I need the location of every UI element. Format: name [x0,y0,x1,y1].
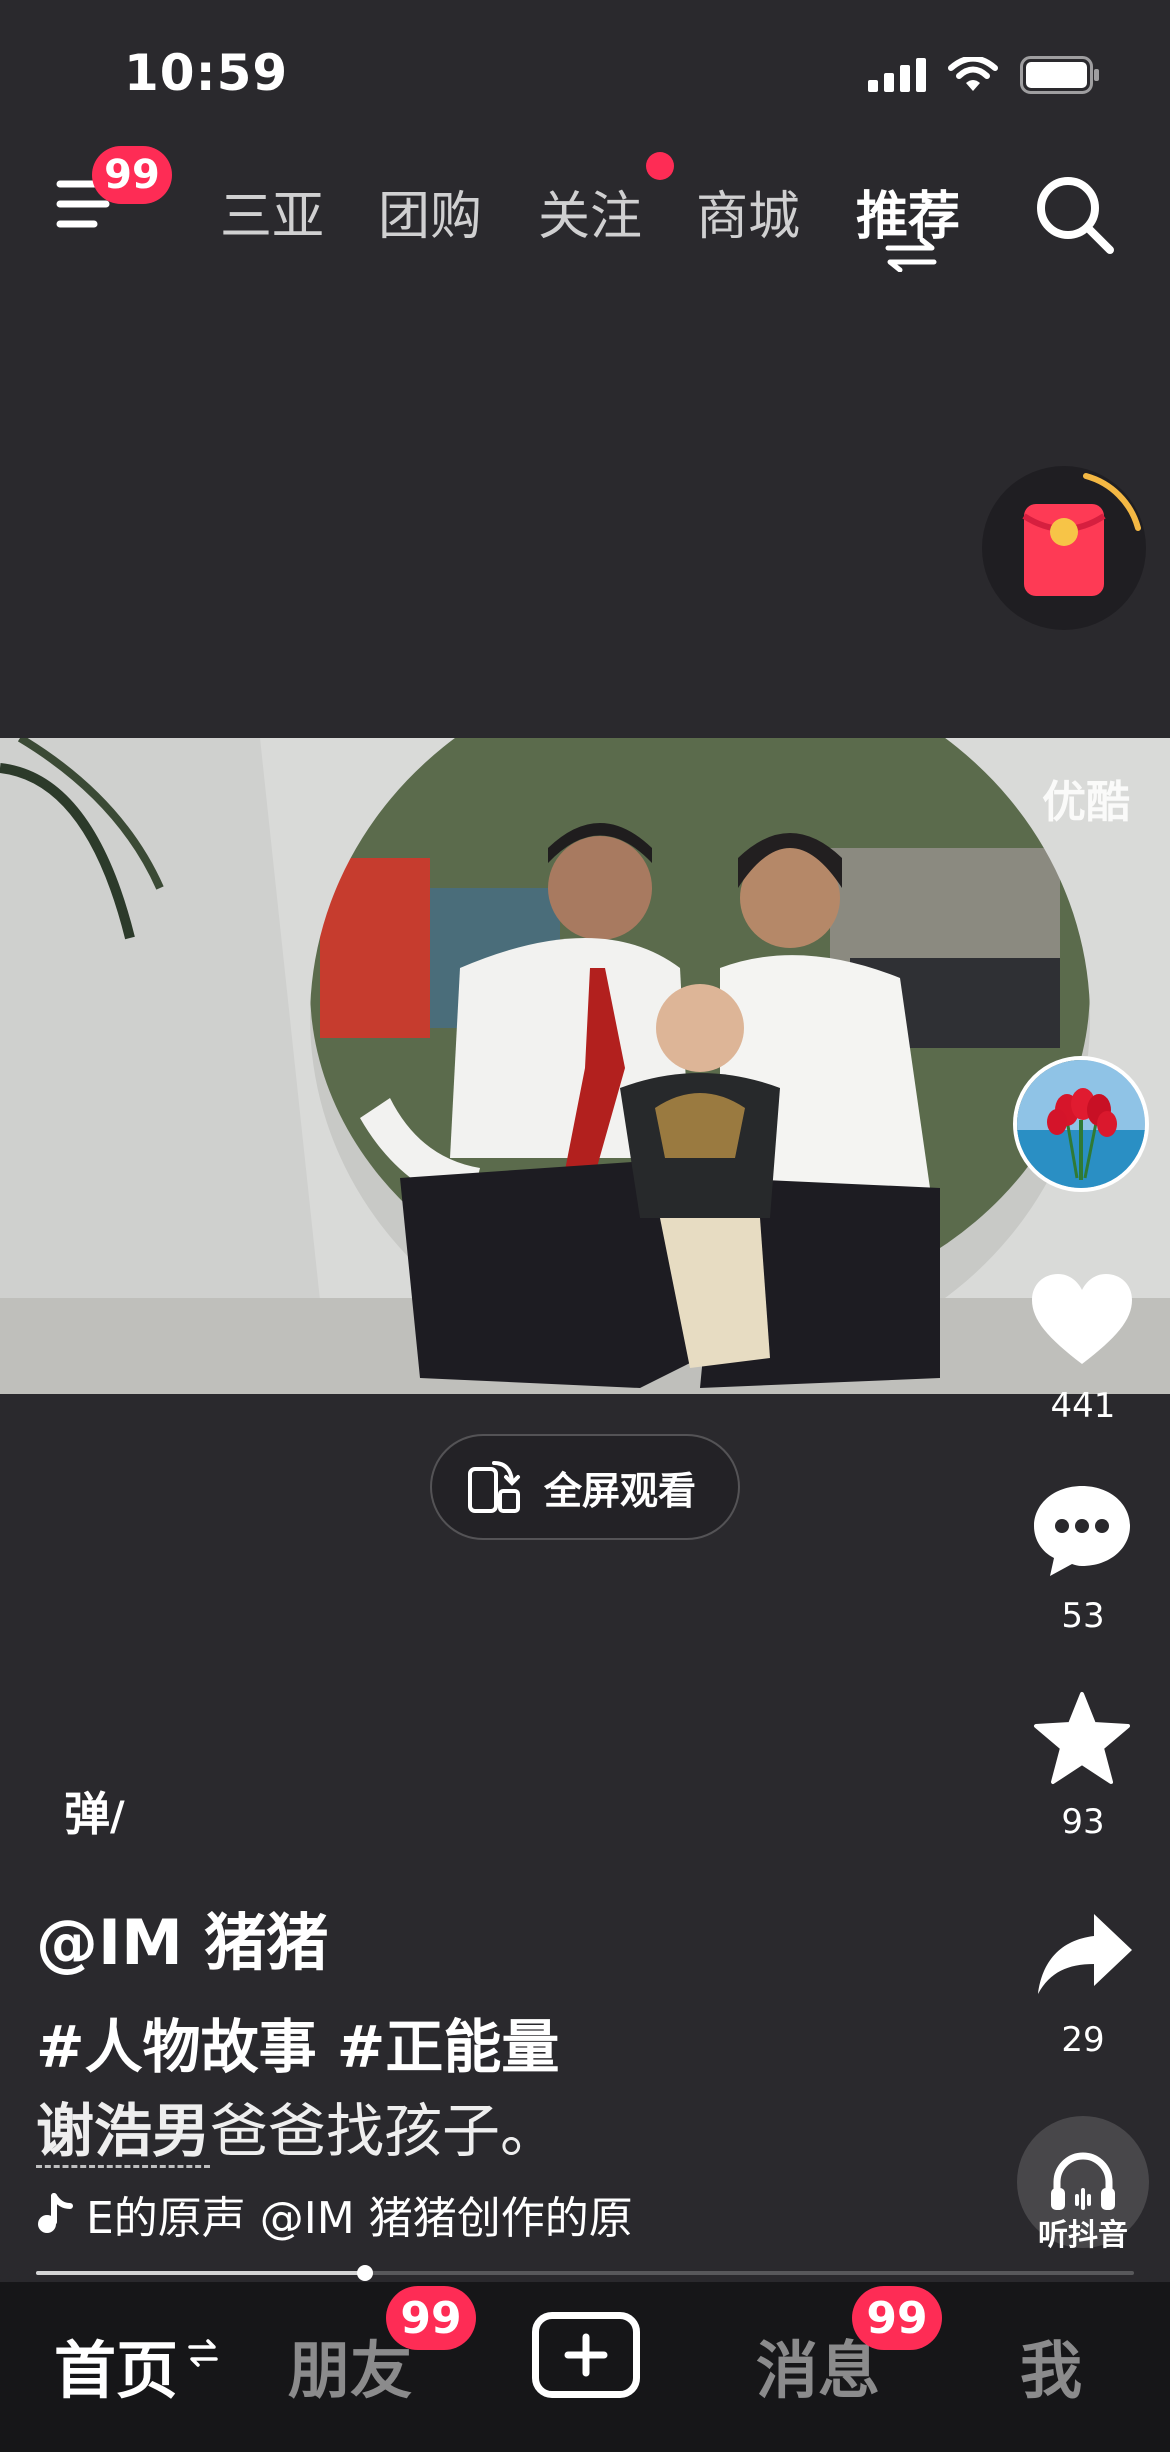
tab-following[interactable]: 关注 [538,174,642,249]
comment-icon[interactable] [1030,1480,1134,1580]
tulip-avatar-image [1017,1060,1145,1188]
family-photo-image [0,738,1170,1394]
home-swap-icon[interactable] [188,2338,218,2368]
progress-fill [36,2271,365,2275]
listen-douyin-label: 听抖音 [1038,2218,1128,2253]
hashtags[interactable]: #人物故事 #正能量 [36,2000,559,2084]
favorite-star-icon[interactable] [1032,1690,1132,1786]
share-icon[interactable] [1036,1910,1134,2000]
menu-badge: 99 [92,146,172,204]
author-avatar[interactable] [1013,1056,1149,1192]
plus-icon [564,2333,608,2377]
video-description: 谢浩男爸爸找孩子。 [36,2084,558,2168]
cellular-signal-icon [868,58,926,92]
fullscreen-button[interactable]: 全屏观看 [430,1434,740,1540]
status-time: 10:59 [124,44,289,102]
music-info[interactable]: E的原声 @IM 猪猪创作的原 [36,2182,726,2246]
share-count: 29 [1061,2020,1105,2060]
danmaku-slash-icon: / [110,1794,125,1840]
search-icon [1037,177,1114,254]
tab-mall[interactable]: 商城 [696,174,800,249]
comment-count: 53 [1061,1596,1105,1636]
like-icon[interactable] [1030,1272,1134,1368]
music-title: E的原声 @IM 猪猪创作的原 [86,2193,633,2244]
tab-sanya[interactable]: 三亚 [220,174,324,249]
messages-badge: 99 [852,2286,942,2350]
red-packet-button[interactable] [982,466,1146,630]
description-highlight-link[interactable]: 谢浩男 [36,2097,211,2168]
tab-home-label: 首页 [54,2334,179,2407]
like-count: 441 [1050,1386,1116,1426]
wifi-icon [948,57,998,91]
swap-arrows-icon[interactable] [884,238,938,272]
author-name[interactable]: @IM 猪猪 [36,1892,328,1982]
music-note-icon [38,2193,73,2233]
rotate-screen-icon [468,1461,520,1513]
battery-icon [1020,56,1099,94]
friends-badge: 99 [386,2286,476,2350]
danmaku-label: 弹 [64,1787,110,1841]
favorite-count: 93 [1061,1802,1105,1842]
tab-home[interactable]: 首页 [54,2320,178,2410]
video-frame[interactable]: 优酷 [0,738,1170,1394]
progress-knob[interactable] [357,2265,373,2281]
description-text: 爸爸找孩子。 [210,2097,559,2165]
tab-group-buy[interactable]: 团购 [378,174,482,249]
following-dot [646,152,674,180]
danmaku-toggle[interactable]: 弹/ [64,1778,125,1844]
red-packet-icon [1022,473,1141,596]
fullscreen-label: 全屏观看 [544,1468,697,1513]
search-button[interactable] [1030,170,1120,260]
create-post-button[interactable] [532,2312,640,2398]
status-icons [868,56,1100,94]
video-watermark: 优酷 [1042,777,1130,828]
tab-me[interactable]: 我 [1020,2320,1082,2410]
